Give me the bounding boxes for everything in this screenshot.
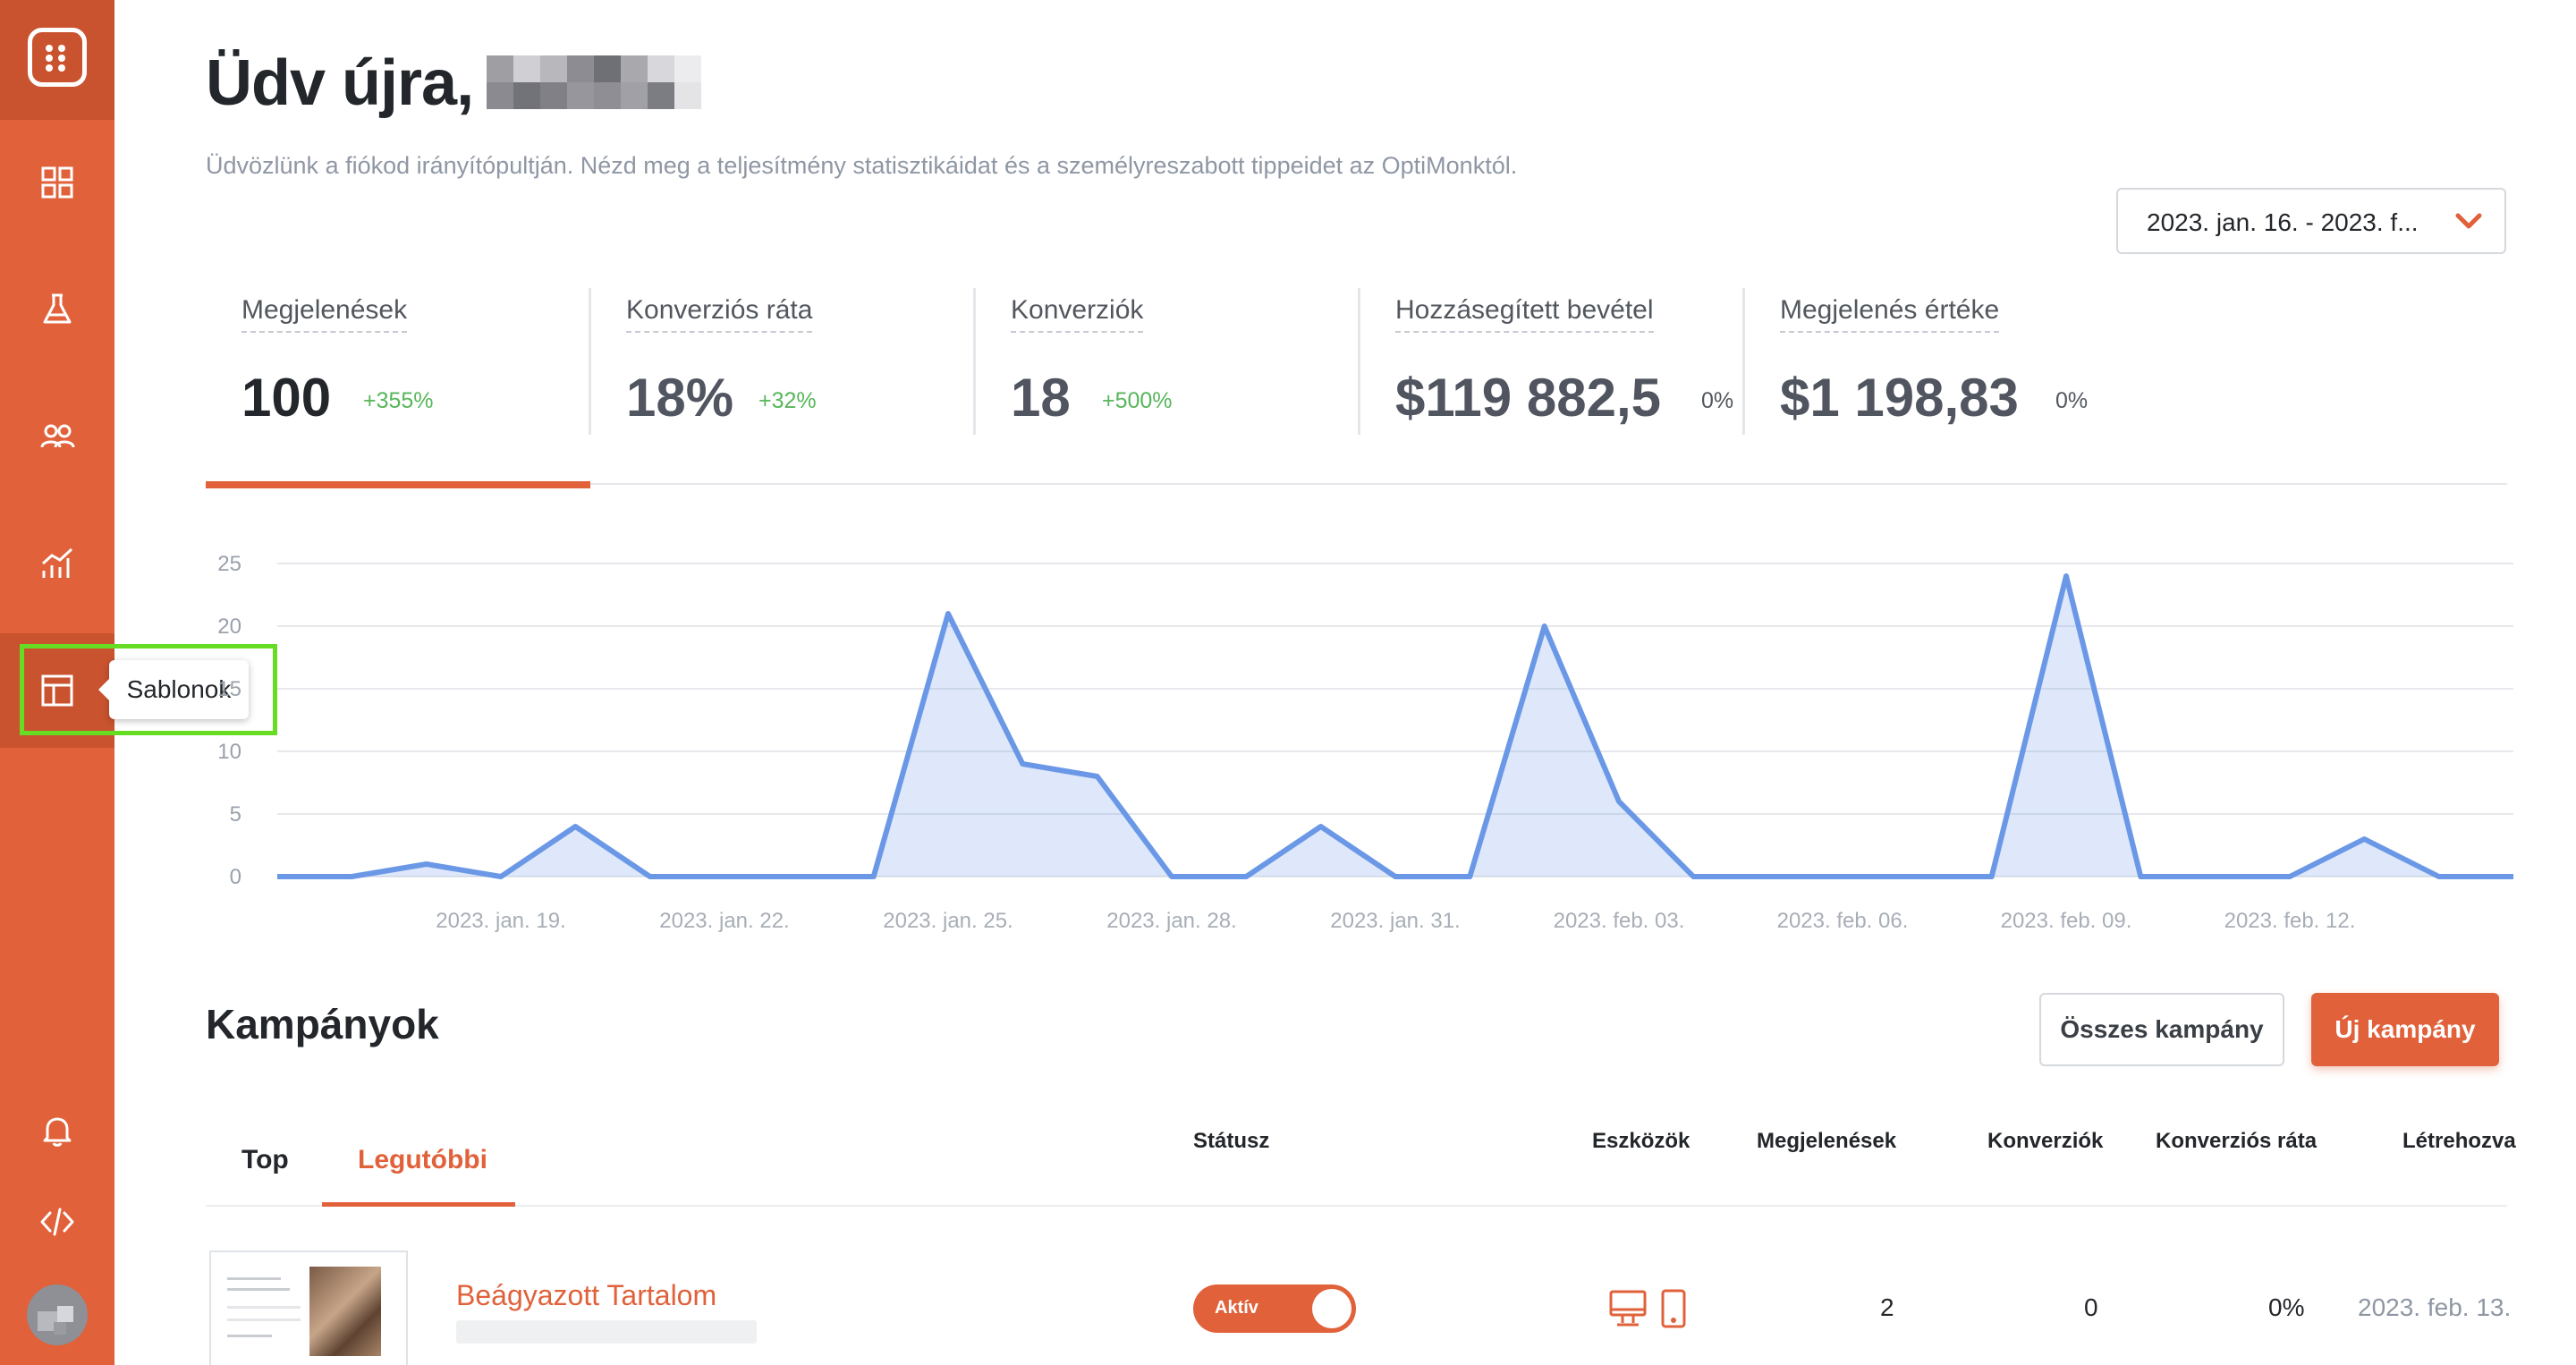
x-tick-label: 2023. jan. 19.: [436, 909, 565, 933]
campaign-domain-redacted: [456, 1320, 757, 1344]
kpi-conversions[interactable]: Konverziók 18 +500%: [975, 286, 1360, 438]
cell-created: 2023. feb. 13.: [2358, 1293, 2512, 1321]
code-icon: [40, 1208, 74, 1236]
kpi-assisted-revenue[interactable]: Hozzásegített bevétel $119 882,5 0%: [1360, 286, 1744, 438]
active-tab-indicator: [322, 1202, 515, 1207]
sidebar-item-audience[interactable]: [0, 379, 114, 494]
users-icon: [40, 424, 75, 448]
x-tick-label: 2023. jan. 28.: [1106, 909, 1236, 933]
page-subtitle: Üdvözlünk a fiókod irányítópultján. Nézd…: [206, 152, 1518, 179]
tab-recent[interactable]: Legutóbbi: [358, 1145, 487, 1175]
campaign-name-link[interactable]: Beágyazott Tartalom: [456, 1279, 716, 1312]
y-tick-label: 25: [217, 552, 242, 576]
kpi-label: Megjelenés értéke: [1780, 295, 2000, 333]
chart-x-axis: 2023. jan. 19. 2023. jan. 22. 2023. jan. 2…: [436, 909, 2355, 933]
kpi-change: 0%: [2055, 388, 2089, 413]
username-redacted: [487, 55, 703, 111]
kpi-label: Konverziós ráta: [626, 295, 813, 333]
kpi-active-indicator: [206, 481, 590, 488]
tabs-baseline: [206, 1205, 2507, 1207]
chevron-down-icon: [2455, 213, 2482, 229]
column-header-conversion-rate[interactable]: Konverziós ráta: [2156, 1129, 2317, 1154]
date-range-picker[interactable]: 2023. jan. 16. - 2023. f...: [2116, 188, 2506, 254]
sidebar-item-embed-code[interactable]: [0, 1165, 114, 1279]
x-tick-label: 2023. jan. 22.: [659, 909, 789, 933]
impressions-chart: 0510152025 2023. jan. 19. 2023. jan. 22. 2…: [217, 552, 2513, 933]
y-tick-label: 0: [230, 865, 242, 889]
column-header-status[interactable]: Státusz: [1193, 1129, 1269, 1154]
mobile-icon: [1661, 1289, 1686, 1328]
kpi-label: Hozzásegített bevétel: [1395, 295, 1654, 333]
new-campaign-button[interactable]: Új kampány: [2311, 993, 2499, 1066]
kpi-value: 18%: [626, 368, 734, 428]
optimonk-logo-icon[interactable]: [28, 28, 87, 87]
logo-block: [0, 0, 114, 120]
dashboard-grid-icon: [41, 166, 73, 199]
kpi-value: 18: [1011, 368, 1071, 428]
y-tick-label: 15: [217, 677, 242, 701]
kpi-change: 0%: [1701, 388, 1734, 413]
chart-line: [277, 573, 2513, 879]
toggle-knob: [1312, 1289, 1352, 1328]
cell-impressions: 2: [1880, 1293, 1894, 1321]
campaigns-title: Kampányok: [206, 1001, 439, 1047]
page-title: Üdv újra,: [206, 47, 474, 119]
x-tick-label: 2023. jan. 31.: [1330, 909, 1460, 933]
sidebar-item-dashboard[interactable]: [0, 125, 114, 240]
column-header-devices[interactable]: Eszközök: [1592, 1129, 1690, 1154]
kpi-impression-value[interactable]: Megjelenés értéke $1 198,83 0%: [1744, 286, 2129, 438]
x-tick-label: 2023. feb. 09.: [2001, 909, 2132, 933]
kpi-conversion-rate[interactable]: Konverziós ráta 18% +32%: [590, 286, 975, 438]
chart-y-axis: 0 5 10 15 20 25: [217, 552, 242, 889]
avatar[interactable]: [27, 1284, 88, 1345]
status-label: Aktív: [1215, 1298, 1258, 1318]
date-range-label: 2023. jan. 16. - 2023. f...: [2147, 208, 2419, 236]
chart-area: [277, 576, 2513, 877]
sidebar-item-experiments[interactable]: [0, 252, 114, 367]
tab-top[interactable]: Top: [242, 1145, 289, 1175]
kpi-change: +355%: [363, 388, 434, 413]
campaign-thumbnail[interactable]: [209, 1251, 408, 1365]
column-header-impressions[interactable]: Megjelenések: [1757, 1129, 1896, 1154]
bell-icon: [43, 1117, 72, 1147]
cell-conversion-rate: 0%: [2268, 1293, 2305, 1321]
kpi-value: $119 882,5: [1395, 368, 1661, 428]
all-campaigns-button[interactable]: Összes kampány: [2039, 993, 2284, 1066]
column-header-conversions[interactable]: Konverziók: [1987, 1129, 2103, 1154]
column-header-created[interactable]: Létrehozva: [2402, 1129, 2516, 1154]
x-tick-label: 2023. jan. 25.: [883, 909, 1013, 933]
x-tick-label: 2023. feb. 03.: [1554, 909, 1685, 933]
y-tick-label: 10: [217, 740, 242, 764]
kpi-value: $1 198,83: [1780, 368, 2019, 428]
cell-conversions: 0: [2084, 1293, 2098, 1321]
sidebar-item-analytics[interactable]: [0, 506, 114, 621]
y-tick-label: 5: [230, 802, 242, 827]
x-tick-label: 2023. feb. 06.: [1777, 909, 1909, 933]
y-tick-label: 20: [217, 615, 242, 639]
status-toggle[interactable]: Aktív: [1193, 1284, 1356, 1333]
campaign-thumbnail-image: [309, 1267, 381, 1356]
kpi-change: +32%: [758, 388, 817, 413]
kpi-label: Megjelenések: [242, 295, 408, 333]
kpi-value: 100: [242, 368, 332, 428]
chart-grid: [277, 563, 2513, 878]
kpi-impressions[interactable]: Megjelenések 100 +355%: [206, 286, 590, 438]
kpi-label: Konverziók: [1011, 295, 1144, 333]
flask-icon: [43, 293, 72, 324]
chart-icon: [41, 547, 73, 578]
desktop-icon: [1609, 1290, 1647, 1327]
x-tick-label: 2023. feb. 12.: [2224, 909, 2356, 933]
kpi-change: +500%: [1102, 388, 1173, 413]
